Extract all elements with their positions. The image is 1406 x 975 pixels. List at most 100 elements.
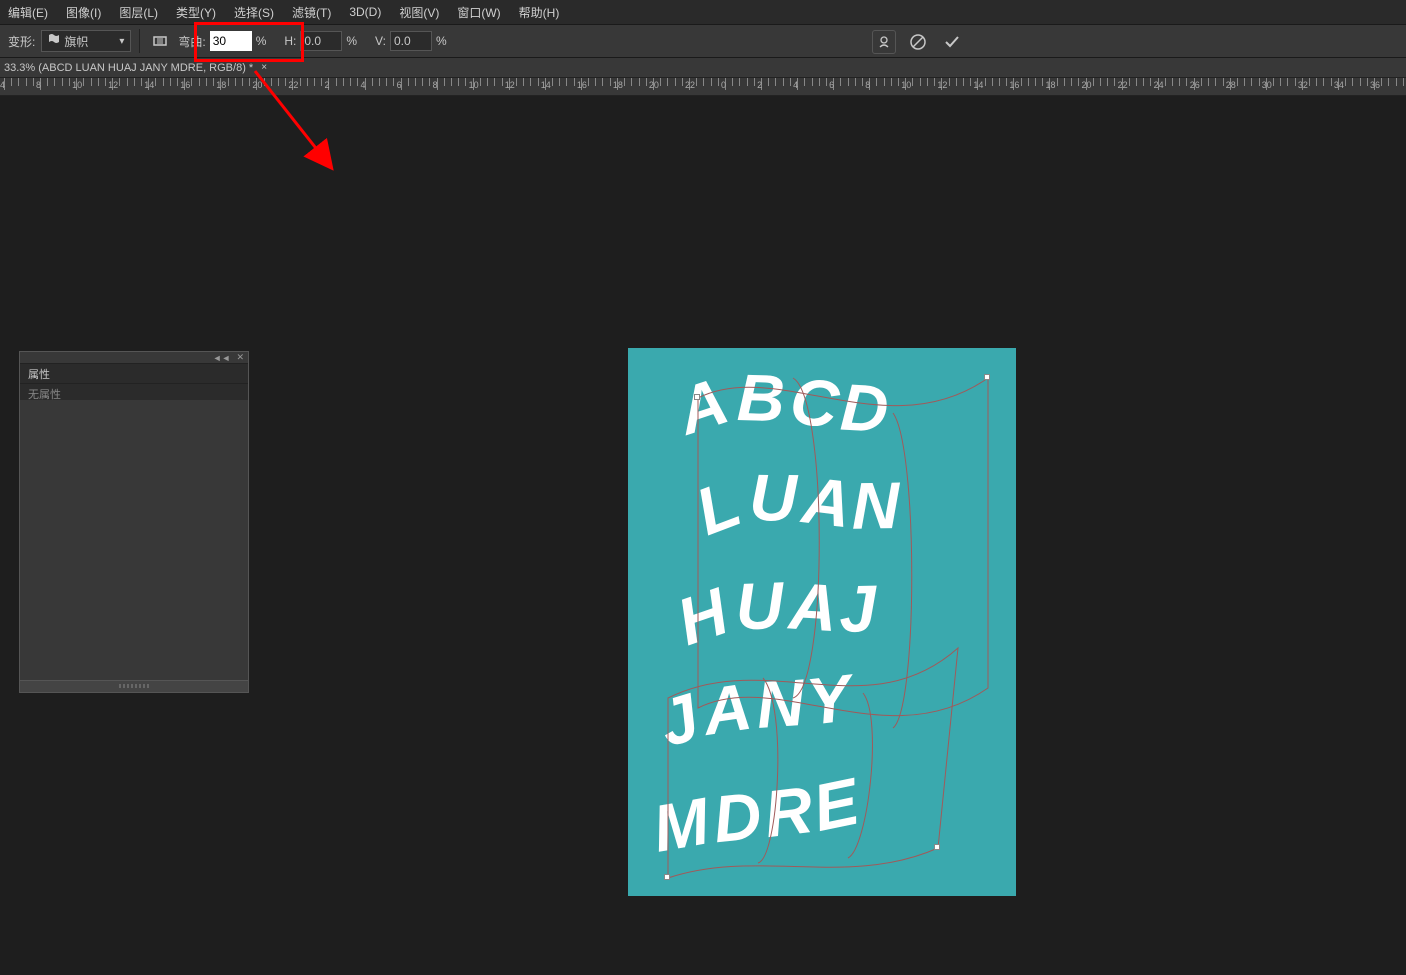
menu-view[interactable]: 视图(V): [399, 4, 439, 21]
ruler-tick-label: 18: [1045, 80, 1055, 90]
panel-tab[interactable]: 属性: [20, 364, 248, 384]
options-bar: 变形: 旗帜 ▾ 弯曲: % H: % V: %: [0, 24, 1406, 58]
ruler-tick-label: 28: [1226, 80, 1236, 90]
artboard-line-1: ABCD: [666, 360, 894, 449]
bend-pct: %: [256, 34, 267, 48]
ruler-tick-label: 36: [1370, 80, 1380, 90]
warp-style-select[interactable]: 旗帜 ▾: [41, 30, 131, 52]
ruler-tick-label: 8: [433, 80, 438, 90]
horizontal-ruler: 4810121416182022246810121416182022024681…: [0, 78, 1406, 96]
ruler-tick-label: 16: [180, 80, 190, 90]
ruler-tick-label: 6: [829, 80, 834, 90]
ruler-tick-label: 20: [252, 80, 262, 90]
collapse-icon[interactable]: ◄◄: [213, 353, 231, 363]
menu-3d[interactable]: 3D(D): [349, 5, 381, 19]
ruler-tick-label: 2: [757, 80, 762, 90]
v-pct: %: [436, 34, 447, 48]
ruler-tick-label: 26: [1190, 80, 1200, 90]
ruler-tick-label: 14: [541, 80, 551, 90]
transform-handle[interactable]: [984, 374, 990, 380]
chevron-down-icon: ▾: [119, 36, 124, 47]
action-buttons: [872, 30, 964, 54]
ruler-tick-label: 22: [288, 80, 298, 90]
menu-filter[interactable]: 滤镜(T): [292, 4, 331, 21]
bend-label: 弯曲:: [178, 33, 205, 50]
h-label: H:: [284, 34, 296, 48]
ruler-tick-label: 10: [72, 80, 82, 90]
ruler-tick-label: 4: [361, 80, 366, 90]
ruler-tick-label: 10: [469, 80, 479, 90]
ruler-tick-label: 12: [937, 80, 947, 90]
panel-resize-grip[interactable]: [20, 680, 248, 692]
ruler-tick-label: 18: [613, 80, 623, 90]
commit-button[interactable]: [940, 30, 964, 54]
document-tab[interactable]: 33.3% (ABCD LUAN HUAJ JANY MDRE, RGB/8) …: [4, 62, 253, 74]
menu-bar: 编辑(E) 图像(I) 图层(L) 类型(Y) 选择(S) 滤镜(T) 3D(D…: [0, 0, 1406, 24]
menu-window[interactable]: 窗口(W): [457, 4, 500, 21]
panel-body: 无属性: [20, 384, 248, 400]
ruler-tick-label: 22: [1118, 80, 1128, 90]
ruler-tick-label: 24: [1154, 80, 1164, 90]
transform-handle[interactable]: [934, 844, 940, 850]
menu-type[interactable]: 类型(Y): [176, 4, 216, 21]
artboard-line-2: LUAN: [686, 460, 904, 549]
ruler-tick-label: 10: [901, 80, 911, 90]
artboard-line-3: HUAJ: [668, 568, 881, 660]
svg-text:HUAJ: HUAJ: [668, 568, 881, 660]
svg-text:MDRE: MDRE: [647, 763, 868, 866]
menu-image[interactable]: 图像(I): [66, 4, 101, 21]
ruler-tick-label: 30: [1262, 80, 1272, 90]
transform-handle[interactable]: [664, 874, 670, 880]
ruler-tick-label: 32: [1298, 80, 1308, 90]
menu-edit[interactable]: 编辑(E): [8, 4, 48, 21]
artboard[interactable]: ABCD LUAN HUAJ JANY MDRE: [628, 348, 1016, 896]
svg-text:LUAN: LUAN: [686, 460, 904, 549]
canvas-area[interactable]: ◄◄ ✕ 属性 无属性 ABCD LUAN: [0, 96, 1406, 975]
ruler-tick-label: 14: [144, 80, 154, 90]
panel-content: [20, 400, 248, 680]
ruler-tick-label: 20: [649, 80, 659, 90]
panel-tab-label: 属性: [28, 366, 50, 382]
artboard-line-4: JANY: [650, 660, 860, 761]
menu-layer[interactable]: 图层(L): [119, 4, 158, 21]
v-group: V: %: [375, 31, 447, 51]
ruler-tick-label: 12: [108, 80, 118, 90]
ruler-tick-label: 14: [973, 80, 983, 90]
ruler-tick-label: 18: [216, 80, 226, 90]
orientation-toggle[interactable]: [148, 29, 172, 53]
transform-handle[interactable]: [694, 394, 700, 400]
flag-icon: [48, 34, 60, 49]
svg-text:ABCD: ABCD: [666, 360, 894, 449]
warp-reset-button[interactable]: [872, 30, 896, 54]
warp-style-label: 旗帜: [64, 33, 88, 50]
v-label: V:: [375, 34, 386, 48]
h-input[interactable]: [300, 31, 342, 51]
menu-help[interactable]: 帮助(H): [519, 4, 560, 21]
bend-input[interactable]: [210, 31, 252, 51]
ruler-tick-label: 12: [505, 80, 515, 90]
close-icon[interactable]: ✕: [236, 352, 244, 363]
h-group: H: %: [284, 31, 357, 51]
svg-text:JANY: JANY: [650, 660, 860, 761]
v-input[interactable]: [390, 31, 432, 51]
ruler-tick-label: 4: [793, 80, 798, 90]
warp-text-svg: ABCD LUAN HUAJ JANY MDRE: [628, 348, 1016, 896]
ruler-tick-label: 16: [577, 80, 587, 90]
ruler-tick-label: 0: [721, 80, 726, 90]
ruler-tick-label: 8: [36, 80, 41, 90]
ruler-tick-label: 34: [1334, 80, 1344, 90]
cancel-button[interactable]: [906, 30, 930, 54]
ruler-tick-label: 8: [865, 80, 870, 90]
ruler-tick-label: 20: [1082, 80, 1092, 90]
ruler-tick-label: 22: [685, 80, 695, 90]
document-tab-close[interactable]: ×: [261, 62, 267, 73]
properties-panel: ◄◄ ✕ 属性 无属性: [19, 351, 249, 693]
ruler-tick-label: 4: [0, 80, 5, 90]
ruler-tick-label: 2: [324, 80, 329, 90]
menu-select[interactable]: 选择(S): [234, 4, 274, 21]
divider: [139, 29, 140, 53]
ruler-tick-label: 6: [397, 80, 402, 90]
artboard-line-5: MDRE: [647, 763, 868, 866]
h-pct: %: [346, 34, 357, 48]
warp-label: 变形:: [8, 33, 35, 50]
